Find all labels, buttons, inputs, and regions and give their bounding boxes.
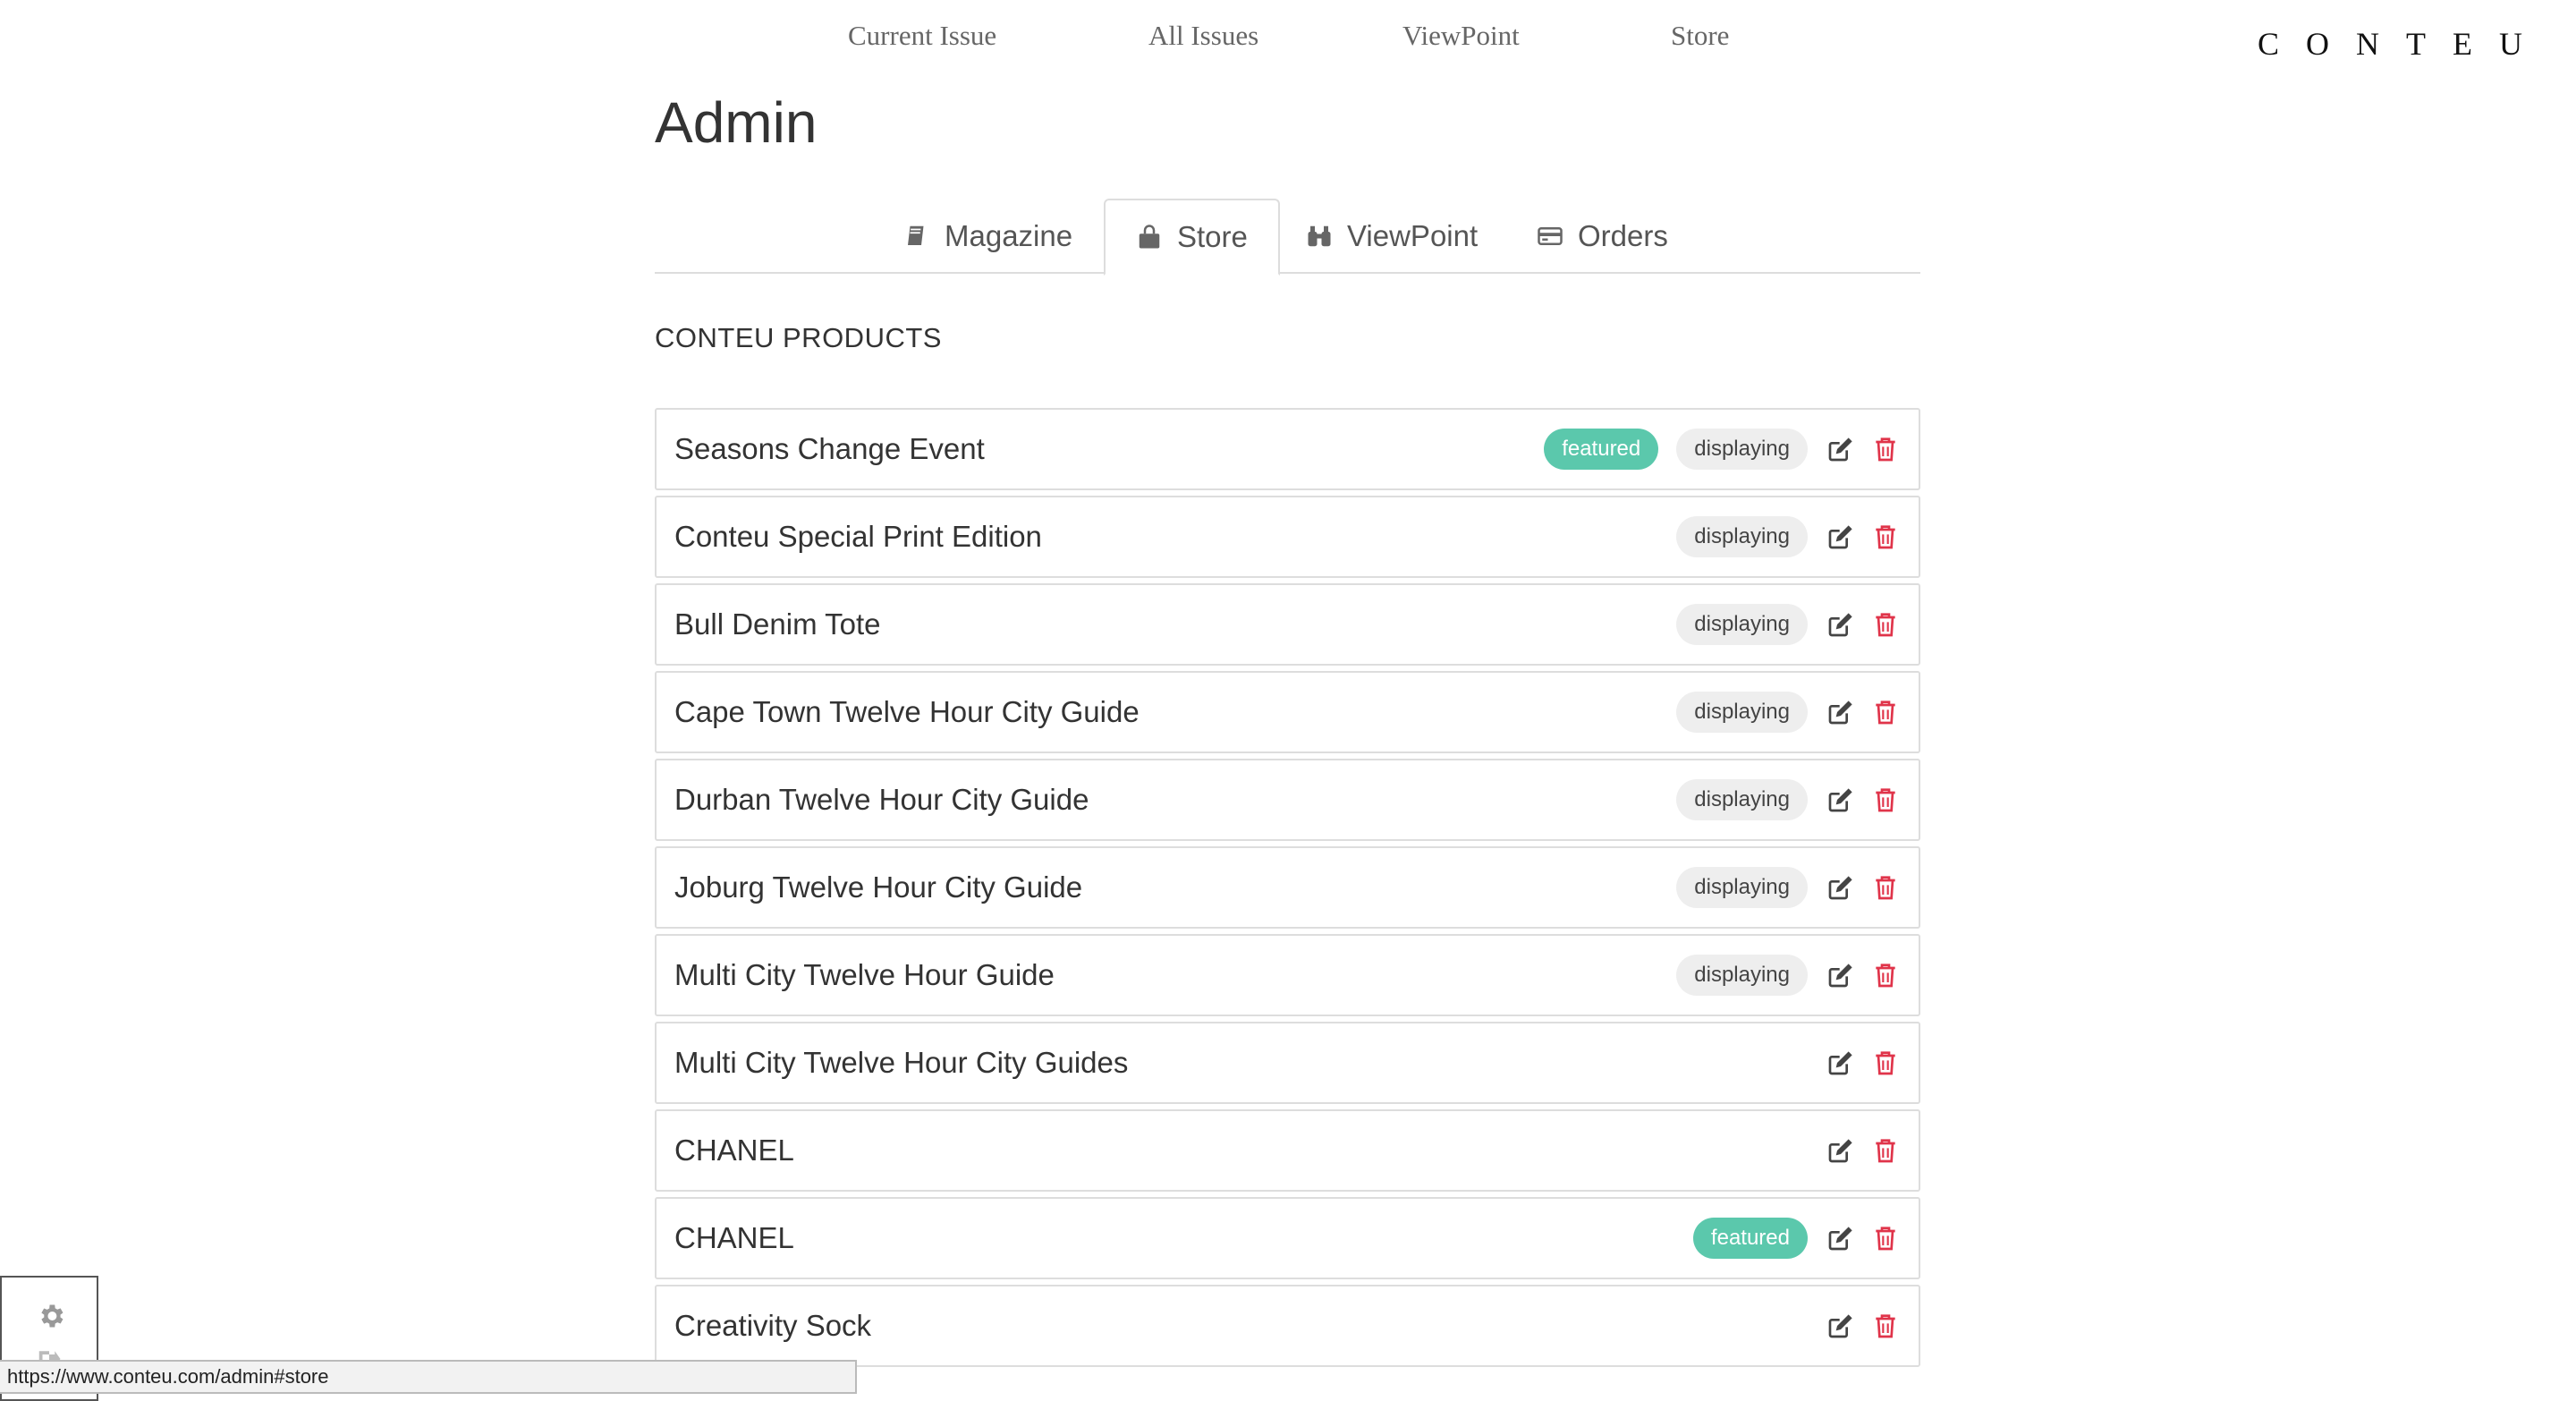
gear-icon[interactable]: [36, 1301, 66, 1331]
product-name[interactable]: CHANEL: [674, 1221, 1675, 1255]
product-name[interactable]: Creativity Sock: [674, 1309, 1808, 1343]
nav-current-issue[interactable]: Current Issue: [848, 20, 996, 52]
top-navigation: Current Issue All Issues ViewPoint Store: [0, 20, 2576, 73]
displaying-badge: displaying: [1676, 429, 1808, 470]
product-name[interactable]: Conteu Special Print Edition: [674, 520, 1658, 554]
product-row: Joburg Twelve Hour City Guide displaying: [655, 846, 1920, 929]
edit-icon[interactable]: [1826, 609, 1856, 640]
credit-card-icon: [1538, 227, 1563, 245]
trash-icon[interactable]: [1870, 697, 1901, 727]
nav-viewpoint[interactable]: ViewPoint: [1402, 20, 1520, 52]
product-name[interactable]: Seasons Change Event: [674, 432, 1526, 466]
edit-icon[interactable]: [1826, 872, 1856, 903]
tab-viewpoint-label: ViewPoint: [1347, 219, 1479, 252]
edit-icon[interactable]: [1826, 1135, 1856, 1166]
edit-icon[interactable]: [1826, 960, 1856, 990]
trash-icon[interactable]: [1870, 960, 1901, 990]
trash-icon[interactable]: [1870, 872, 1901, 903]
book-icon: [908, 225, 924, 245]
edit-icon[interactable]: [1826, 1048, 1856, 1078]
edit-icon[interactable]: [1826, 434, 1856, 464]
product-name[interactable]: CHANEL: [674, 1134, 1808, 1168]
edit-icon[interactable]: [1826, 522, 1856, 552]
displaying-badge: displaying: [1676, 867, 1808, 908]
tab-viewpoint[interactable]: ViewPoint: [1275, 199, 1508, 274]
product-row: CHANEL: [655, 1109, 1920, 1192]
product-name[interactable]: Multi City Twelve Hour Guide: [674, 958, 1658, 992]
status-bar-url: https://www.conteu.com/admin#store: [0, 1360, 857, 1394]
binoculars-icon: [1308, 225, 1331, 247]
page-title: Admin: [655, 90, 818, 155]
displaying-badge: displaying: [1676, 692, 1808, 733]
product-name[interactable]: Cape Town Twelve Hour City Guide: [674, 695, 1658, 729]
nav-all-issues[interactable]: All Issues: [1148, 20, 1258, 52]
product-list: Seasons Change Event featured displaying Co…: [655, 408, 1920, 1372]
product-row: Multi City Twelve Hour City Guides: [655, 1022, 1920, 1104]
edit-icon[interactable]: [1826, 697, 1856, 727]
shopping-bag-icon: [1139, 225, 1160, 249]
product-row: Multi City Twelve Hour Guide displaying: [655, 934, 1920, 1016]
trash-icon[interactable]: [1870, 609, 1901, 640]
edit-icon[interactable]: [1826, 1311, 1856, 1341]
product-row: Cape Town Twelve Hour City Guide displayi…: [655, 671, 1920, 753]
nav-store[interactable]: Store: [1671, 20, 1729, 52]
edit-icon[interactable]: [1826, 1223, 1856, 1253]
product-row: Durban Twelve Hour City Guide displaying: [655, 759, 1920, 841]
tab-magazine-label: Magazine: [945, 219, 1073, 252]
displaying-badge: displaying: [1676, 955, 1808, 996]
product-name[interactable]: Multi City Twelve Hour City Guides: [674, 1046, 1808, 1080]
displaying-badge: displaying: [1676, 516, 1808, 557]
product-row: Conteu Special Print Edition displaying: [655, 496, 1920, 578]
product-row: CHANEL featured: [655, 1197, 1920, 1279]
admin-tabs: Magazine Store ViewPoint Orders: [655, 199, 1920, 276]
trash-icon[interactable]: [1870, 522, 1901, 552]
displaying-badge: displaying: [1676, 779, 1808, 820]
product-row: Creativity Sock: [655, 1285, 1920, 1367]
tab-store-label: Store: [1177, 220, 1248, 253]
displaying-badge: displaying: [1676, 604, 1808, 645]
tab-orders-label: Orders: [1578, 219, 1668, 252]
trash-icon[interactable]: [1870, 1135, 1901, 1166]
trash-icon[interactable]: [1870, 1048, 1901, 1078]
trash-icon[interactable]: [1870, 1311, 1901, 1341]
trash-icon[interactable]: [1870, 1223, 1901, 1253]
tab-store[interactable]: Store: [1104, 199, 1280, 276]
trash-icon[interactable]: [1870, 434, 1901, 464]
brand-logo[interactable]: CONTEU: [2258, 25, 2549, 63]
tab-orders[interactable]: Orders: [1506, 199, 1699, 274]
tab-magazine[interactable]: Magazine: [873, 199, 1103, 274]
product-row: Bull Denim Tote displaying: [655, 583, 1920, 666]
trash-icon[interactable]: [1870, 785, 1901, 815]
product-name[interactable]: Bull Denim Tote: [674, 607, 1658, 641]
product-name[interactable]: Joburg Twelve Hour City Guide: [674, 870, 1658, 904]
edit-icon[interactable]: [1826, 785, 1856, 815]
featured-badge: featured: [1544, 429, 1659, 470]
featured-badge: featured: [1692, 1218, 1808, 1259]
product-name[interactable]: Durban Twelve Hour City Guide: [674, 783, 1658, 817]
product-row: Seasons Change Event featured displaying: [655, 408, 1920, 490]
section-title: CONTEU PRODUCTS: [655, 322, 942, 353]
